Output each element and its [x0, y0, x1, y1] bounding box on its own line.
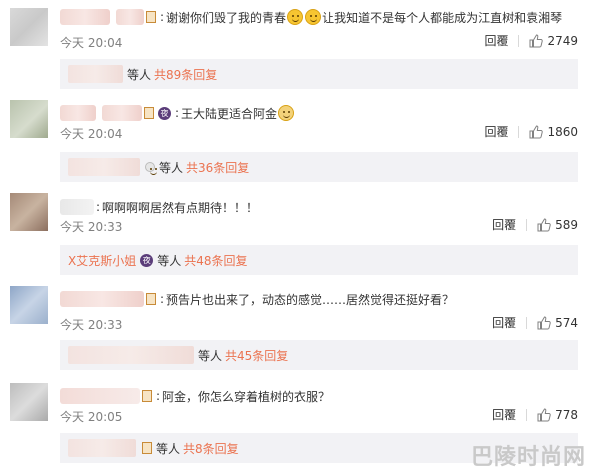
- like-button[interactable]: 778: [537, 408, 578, 422]
- username-blurred[interactable]: [60, 388, 140, 404]
- like-count: 1860: [547, 124, 578, 139]
- comment-item: : 啊啊啊啊居然有点期待！！！ 今天 20:33 回覆 589 X艾克斯小姐 夜…: [0, 193, 592, 275]
- comment-time: 今天 20:04: [60, 127, 123, 141]
- comment-text: 王大陆更适合阿金: [181, 106, 278, 121]
- reply-username[interactable]: X艾克斯小姐: [68, 252, 136, 269]
- reply-summary-bar[interactable]: X艾克斯小姐 夜 等人 共48条回复: [60, 245, 578, 275]
- reply-button[interactable]: 回覆: [492, 314, 516, 331]
- reply-people-label: 等人: [157, 253, 182, 268]
- member-badge-icon: [146, 293, 156, 305]
- like-button[interactable]: 589: [537, 218, 578, 232]
- colon-separator: :: [156, 389, 161, 403]
- member-badge-icon: [144, 107, 154, 119]
- reply-button[interactable]: 回覆: [492, 216, 516, 233]
- reply-usernames-blurred[interactable]: [68, 158, 140, 176]
- username-blurred[interactable]: [60, 199, 94, 215]
- reply-summary-bar[interactable]: 等人 共36条回复: [60, 152, 578, 182]
- thumbs-up-icon: [537, 407, 551, 421]
- comment-time: 今天 20:33: [60, 318, 123, 332]
- like-count: 2749: [547, 33, 578, 48]
- colon-separator: :: [160, 10, 165, 24]
- smile-emoji-icon: [287, 9, 304, 25]
- comment-time: 今天 20:33: [60, 220, 123, 234]
- comment-time: 今天 20:05: [60, 410, 123, 424]
- reply-summary-bar[interactable]: 等人 共89条回复: [60, 59, 578, 89]
- like-button[interactable]: 574: [537, 316, 578, 330]
- divider: [526, 218, 528, 231]
- thumbs-up-icon: [537, 315, 551, 329]
- thumbs-up-icon: [529, 33, 544, 47]
- smile-emoji-icon: [305, 9, 322, 25]
- thumbs-up-icon: [537, 217, 551, 231]
- member-badge-icon: [142, 442, 152, 454]
- comment-item: 夜 : 王大陆更适合阿金 今天 20:04 回覆 1860 等人 共36条回复: [0, 100, 592, 182]
- reply-people-label: 等人: [127, 67, 152, 82]
- reply-usernames-blurred[interactable]: [68, 65, 123, 83]
- comment-text: 预告片也出来了，动态的感觉……居然觉得还挺好看？: [166, 292, 455, 307]
- avatar[interactable]: [10, 286, 48, 324]
- divider: [518, 125, 520, 138]
- colon-separator: :: [175, 106, 180, 120]
- reply-count-link[interactable]: 共89条回复: [154, 66, 217, 83]
- colon-separator: :: [160, 292, 165, 306]
- reply-count-link[interactable]: 共45条回复: [225, 347, 288, 364]
- comment-text: 阿金，你怎么穿着植树的衣服？: [162, 389, 331, 404]
- site-watermark: 巴陵时尚网: [470, 445, 586, 470]
- divider: [518, 34, 520, 47]
- divider: [526, 408, 528, 421]
- comment-actions: 回覆 574: [492, 314, 578, 331]
- reply-summary-bar[interactable]: 等人 共45条回复: [60, 340, 578, 370]
- reply-count-link[interactable]: 共48条回复: [184, 252, 247, 269]
- comment-time: 今天 20:04: [60, 36, 123, 50]
- comment-line: : 阿金，你怎么穿着植树的衣服？: [60, 387, 330, 405]
- cat-emoji-icon: [278, 105, 295, 121]
- colon-separator: :: [96, 200, 101, 214]
- reply-usernames-blurred[interactable]: [68, 346, 194, 364]
- username-blurred[interactable]: [60, 9, 110, 25]
- like-button[interactable]: 1860: [529, 125, 578, 139]
- like-count: 589: [555, 217, 578, 232]
- username-blurred[interactable]: [60, 105, 96, 121]
- reply-count-link[interactable]: 共8条回复: [183, 440, 239, 457]
- comment-item: : 预告片也出来了，动态的感觉……居然觉得还挺好看？ 今天 20:33 回覆 5…: [0, 286, 592, 370]
- comment-actions: 回覆 778: [492, 406, 578, 423]
- comment-line: : 预告片也出来了，动态的感觉……居然觉得还挺好看？: [60, 290, 454, 308]
- vip-badge-icon: 夜: [158, 106, 171, 120]
- comment-actions: 回覆 589: [492, 216, 578, 233]
- like-count: 778: [555, 407, 578, 422]
- like-count: 574: [555, 315, 578, 330]
- username-blurred[interactable]: [102, 105, 142, 121]
- reply-button[interactable]: 回覆: [484, 32, 508, 49]
- comment-line: : 啊啊啊啊居然有点期待！！！: [60, 198, 258, 216]
- vip-badge-icon: 夜: [140, 253, 154, 267]
- avatar[interactable]: [10, 100, 48, 138]
- reply-button[interactable]: 回覆: [492, 406, 516, 423]
- username-blurred[interactable]: [60, 291, 144, 307]
- divider: [526, 316, 528, 329]
- comment-line: 夜 : 王大陆更适合阿金: [60, 104, 295, 122]
- smile-emoji-icon: [145, 162, 157, 175]
- member-badge-icon: [142, 390, 152, 402]
- comment-text-cont: 让我知道不是每个人都能成为江直树和袁湘琴: [322, 10, 563, 25]
- avatar[interactable]: [10, 193, 48, 231]
- reply-people-label: 等人: [159, 160, 184, 175]
- reply-count-link[interactable]: 共36条回复: [186, 159, 249, 176]
- reply-people-label: 等人: [198, 348, 223, 363]
- comment-actions: 回覆 2749: [484, 32, 578, 49]
- like-button[interactable]: 2749: [529, 34, 578, 48]
- comment-line: : 谢谢你们毁了我的青春 让我知道不是每个人都能成为江直树和袁湘琴: [60, 8, 562, 26]
- reply-button[interactable]: 回覆: [484, 123, 508, 140]
- reply-people-label: 等人: [156, 441, 181, 456]
- comment-item: : 谢谢你们毁了我的青春 让我知道不是每个人都能成为江直树和袁湘琴 今天 20:…: [0, 8, 592, 89]
- thumbs-up-icon: [529, 124, 544, 138]
- comment-actions: 回覆 1860: [484, 123, 578, 140]
- member-badge-icon: [146, 11, 156, 23]
- comment-text: 谢谢你们毁了我的青春: [166, 10, 287, 25]
- username-blurred[interactable]: [116, 9, 144, 25]
- reply-usernames-blurred[interactable]: [68, 439, 136, 457]
- avatar[interactable]: [10, 8, 48, 46]
- avatar[interactable]: [10, 383, 48, 421]
- comment-text: 啊啊啊啊居然有点期待！！！: [102, 200, 259, 215]
